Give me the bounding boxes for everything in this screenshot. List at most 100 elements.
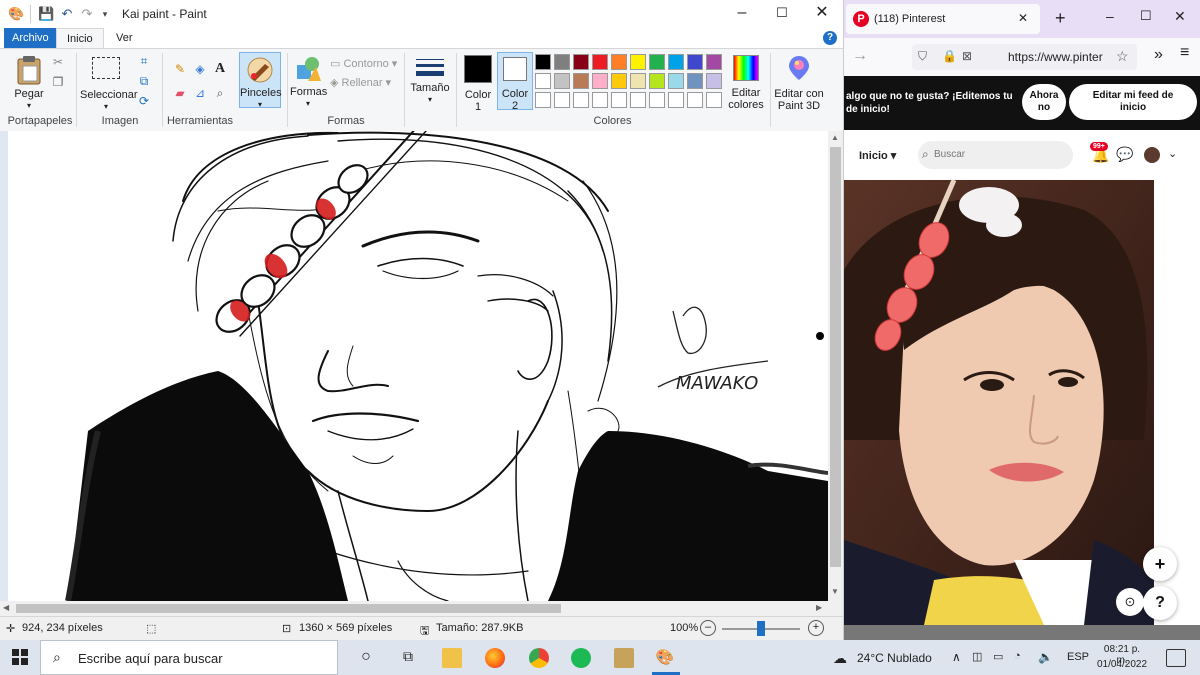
palette-swatch[interactable] [649, 54, 665, 70]
avatar[interactable] [1144, 147, 1160, 163]
edit-paint3d-button[interactable]: Editar con Paint 3D [773, 55, 825, 112]
vertical-scroll-thumb[interactable] [830, 147, 841, 567]
messages-icon[interactable]: 💬 [1116, 146, 1133, 163]
palette-swatch[interactable] [611, 54, 627, 70]
paint-app-icon[interactable]: 🎨 [8, 6, 24, 22]
undo-icon[interactable]: ↶ [59, 6, 75, 22]
clock-date[interactable]: 01/04/2022 [1096, 659, 1148, 670]
minimize-button[interactable]: – [722, 0, 762, 28]
shapes-button[interactable]: Formas ▾ [290, 55, 327, 110]
create-pin-button[interactable]: + [1143, 547, 1177, 581]
file-explorer-icon[interactable] [442, 648, 462, 668]
account-menu-chevron-icon[interactable]: ⌄ [1168, 147, 1177, 160]
game-launcher-icon[interactable] [614, 648, 634, 668]
palette-swatch[interactable] [668, 54, 684, 70]
palette-swatch[interactable] [535, 73, 551, 89]
copy-icon[interactable]: ❐ [50, 74, 66, 90]
scroll-left-arrow[interactable]: ◀ [3, 603, 9, 612]
input-language[interactable]: ESP [1067, 651, 1089, 663]
browser-close-button[interactable]: ✕ [1174, 8, 1186, 25]
tab-view[interactable]: Ver [106, 28, 143, 48]
search-input[interactable]: ⌕ Buscar [918, 141, 1073, 169]
browser-maximize-button[interactable]: ☐ [1140, 8, 1152, 24]
palette-swatch[interactable] [687, 54, 703, 70]
help-button[interactable]: ? [823, 31, 837, 45]
drawing-canvas[interactable]: MAWAKO [8, 131, 828, 601]
pencil-icon[interactable]: ✎ [172, 61, 188, 77]
network-icon[interactable]: ◔ [1014, 650, 1021, 662]
palette-swatch[interactable] [554, 92, 570, 108]
weather-icon[interactable]: ☁ [833, 650, 847, 667]
eraser-icon[interactable]: ▰ [172, 85, 188, 101]
rotate-icon[interactable]: ⟳ [136, 93, 152, 109]
palette-swatch[interactable] [573, 54, 589, 70]
url-text[interactable]: https://www.pinter [1008, 50, 1103, 64]
browser-minimize-button[interactable]: – [1106, 8, 1114, 24]
tab-file[interactable]: Archivo [4, 28, 57, 48]
color2-button[interactable]: Color 2 [497, 52, 533, 112]
scroll-down-arrow[interactable]: ▼ [831, 587, 839, 596]
edit-feed-button[interactable]: Editar mi feed de inicio [1069, 84, 1197, 120]
resize-icon[interactable]: ⧉ [136, 73, 152, 89]
cortana-icon[interactable]: ○ [356, 648, 376, 668]
camera-icon[interactable]: ◫ [972, 650, 982, 663]
select-button[interactable]: Seleccionar ▾ [80, 55, 137, 113]
palette-swatch[interactable] [573, 92, 589, 108]
volume-icon[interactable]: 🔈 [1038, 650, 1053, 664]
tab-close-icon[interactable]: ✕ [1018, 11, 1028, 25]
crop-icon[interactable]: ⌗ [136, 53, 152, 69]
palette-swatch[interactable] [592, 73, 608, 89]
url-bar[interactable]: ⛉ 🔒 ⊠ https://www.pinter ☆ [912, 44, 1137, 70]
save-icon[interactable]: 💾 [38, 6, 54, 22]
palette-swatch[interactable] [706, 92, 722, 108]
palette-swatch[interactable] [592, 54, 608, 70]
tab-home[interactable]: Inicio [56, 28, 104, 49]
paste-button[interactable]: Pegar ▾ [10, 55, 48, 112]
palette-swatch[interactable] [630, 92, 646, 108]
zoom-in-button[interactable]: + [808, 620, 824, 636]
more-tools-icon[interactable]: » [1154, 46, 1163, 64]
palette-swatch[interactable] [687, 73, 703, 89]
redo-icon[interactable]: ↷ [79, 6, 95, 22]
chrome-icon[interactable] [529, 648, 549, 668]
palette-swatch[interactable] [611, 92, 627, 108]
firefox-icon[interactable] [485, 648, 505, 668]
browser-tab-pinterest[interactable]: P (118) Pinterest ✕ [846, 4, 1040, 34]
horizontal-scroll-thumb[interactable] [16, 604, 561, 613]
weather-text[interactable]: 24°C Nublado [857, 651, 932, 665]
horizontal-scrollbar[interactable]: ◀ ▶ [0, 601, 843, 616]
palette-swatch[interactable] [649, 73, 665, 89]
palette-swatch[interactable] [554, 73, 570, 89]
palette-swatch[interactable] [649, 92, 665, 108]
permissions-icon[interactable]: ⊠ [962, 49, 972, 63]
notification-center-icon[interactable] [1166, 649, 1186, 667]
forward-arrow-icon[interactable]: → [852, 47, 868, 65]
cut-icon[interactable]: ✂ [50, 54, 66, 70]
palette-swatch[interactable] [706, 54, 722, 70]
zoom-out-button[interactable]: – [700, 620, 716, 636]
pin-photo[interactable] [844, 180, 1154, 625]
new-tab-button[interactable]: + [1055, 8, 1066, 29]
magnifier-icon[interactable]: ⌕ [212, 85, 228, 101]
task-view-icon[interactable]: ⧉ [398, 648, 418, 668]
palette-swatch[interactable] [706, 73, 722, 89]
palette-swatch[interactable] [668, 92, 684, 108]
palette-swatch[interactable] [630, 73, 646, 89]
scroll-right-arrow[interactable]: ▶ [816, 603, 822, 612]
outline-dropdown[interactable]: ▭ Contorno ▾ [330, 57, 397, 70]
lock-icon[interactable]: 🔒 [942, 49, 957, 63]
windows-start-icon[interactable] [12, 649, 28, 665]
spotify-icon[interactable] [571, 648, 591, 668]
home-dropdown[interactable]: Inicio ▾ [859, 149, 896, 162]
fill-dropdown[interactable]: ◈ Rellenar ▾ [330, 76, 391, 89]
zoom-slider-thumb[interactable] [757, 621, 765, 636]
vertical-scrollbar[interactable]: ▲ ▼ [828, 131, 843, 601]
palette-swatch[interactable] [630, 54, 646, 70]
help-fab-button[interactable]: ? [1143, 586, 1177, 620]
brushes-button[interactable]: Pinceles ▾ [239, 52, 282, 109]
color-picker-icon[interactable]: ⊿ [192, 85, 208, 101]
palette-swatch[interactable] [535, 54, 551, 70]
color1-button[interactable]: Color 1 [460, 53, 496, 113]
maximize-button[interactable]: ☐ [762, 0, 802, 28]
scroll-up-arrow[interactable]: ▲ [831, 133, 839, 142]
